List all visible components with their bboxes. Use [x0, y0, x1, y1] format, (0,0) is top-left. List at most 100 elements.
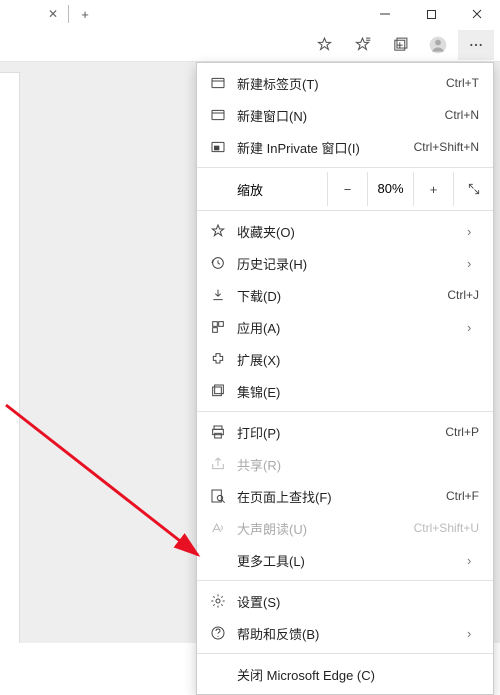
fullscreen-button[interactable] [453, 172, 493, 206]
more-icon [468, 37, 484, 53]
menu-label: 新建 InPrivate 窗口(I) [237, 138, 404, 157]
menu-shortcut: Ctrl+T [446, 76, 479, 90]
blank-icon [209, 551, 227, 569]
more-menu-button[interactable] [458, 30, 494, 60]
zoom-out-button[interactable]: − [327, 172, 367, 206]
new-tab-button[interactable]: + [71, 0, 99, 28]
menu-label: 扩展(X) [237, 350, 479, 369]
chevron-right-icon: › [467, 320, 479, 335]
inprivate-icon [209, 138, 227, 156]
menu-separator [197, 210, 493, 211]
downloads-icon [209, 286, 227, 304]
menu-separator [197, 580, 493, 581]
menu-label: 应用(A) [237, 318, 457, 337]
menu-label: 新建窗口(N) [237, 106, 435, 125]
share-icon [209, 455, 227, 473]
chevron-right-icon: › [467, 224, 479, 239]
minimize-icon [379, 8, 391, 20]
zoom-in-button[interactable]: + [413, 172, 453, 206]
menu-shortcut: Ctrl+N [445, 108, 479, 122]
menu-item-settings[interactable]: 设置(S) [197, 585, 493, 617]
address-star-button[interactable] [306, 30, 342, 60]
window-controls [362, 0, 500, 28]
menu-item-more-tools[interactable]: 更多工具(L) › [197, 544, 493, 576]
read-aloud-icon [209, 519, 227, 537]
menu-item-favorites[interactable]: 收藏夹(O) › [197, 215, 493, 247]
menu-separator [197, 167, 493, 168]
menu-item-history[interactable]: 历史记录(H) › [197, 247, 493, 279]
menu-shortcut: Ctrl+P [445, 425, 479, 439]
menu-label: 打印(P) [237, 423, 435, 442]
menu-item-downloads[interactable]: 下载(D) Ctrl+J [197, 279, 493, 311]
menu-label: 共享(R) [237, 455, 479, 474]
menu-label: 收藏夹(O) [237, 222, 457, 241]
profile-button[interactable] [420, 30, 456, 60]
maximize-button[interactable] [408, 0, 454, 28]
fullscreen-icon [467, 182, 481, 196]
menu-separator [197, 653, 493, 654]
close-window-button[interactable] [454, 0, 500, 28]
menu-item-help[interactable]: 帮助和反馈(B) › [197, 617, 493, 649]
menu-item-new-window[interactable]: 新建窗口(N) Ctrl+N [197, 99, 493, 131]
print-icon [209, 423, 227, 441]
menu-item-read-aloud: 大声朗读(U) Ctrl+Shift+U [197, 512, 493, 544]
zoom-value: 80% [367, 172, 413, 206]
favorites-icon [209, 222, 227, 240]
close-tab-icon[interactable]: ✕ [48, 7, 58, 21]
zoom-row: 缩放 − 80% + [197, 172, 493, 206]
menu-shortcut: Ctrl+Shift+N [414, 140, 479, 154]
page-edge [0, 72, 20, 643]
menu-label: 集锦(E) [237, 382, 479, 401]
blank-icon [209, 665, 227, 683]
chevron-right-icon: › [467, 626, 479, 641]
menu-label: 设置(S) [237, 592, 479, 611]
collections-icon [392, 36, 409, 53]
find-icon [209, 487, 227, 505]
menu-shortcut: Ctrl+F [446, 489, 479, 503]
tab-divider [68, 5, 69, 23]
chevron-right-icon: › [467, 256, 479, 271]
menu-item-new-tab[interactable]: 新建标签页(T) Ctrl+T [197, 67, 493, 99]
zoom-label: 缩放 [237, 180, 327, 199]
menu-label: 更多工具(L) [237, 551, 457, 570]
chevron-right-icon: › [467, 553, 479, 568]
menu-label: 关闭 Microsoft Edge (C) [237, 665, 479, 684]
menu-label: 下载(D) [237, 286, 437, 305]
history-icon [209, 254, 227, 272]
menu-item-find[interactable]: 在页面上查找(F) Ctrl+F [197, 480, 493, 512]
extensions-icon [209, 350, 227, 368]
maximize-icon [426, 9, 437, 20]
menu-label: 在页面上查找(F) [237, 487, 436, 506]
menu-item-print[interactable]: 打印(P) Ctrl+P [197, 416, 493, 448]
menu-label: 新建标签页(T) [237, 74, 436, 93]
menu-shortcut: Ctrl+J [447, 288, 479, 302]
settings-icon [209, 592, 227, 610]
apps-icon [209, 318, 227, 336]
menu-label: 历史记录(H) [237, 254, 457, 273]
collections-icon [209, 382, 227, 400]
new-tab-icon [209, 74, 227, 92]
menu-item-apps[interactable]: 应用(A) › [197, 311, 493, 343]
favorites-button[interactable] [344, 30, 380, 60]
menu-item-extensions[interactable]: 扩展(X) [197, 343, 493, 375]
help-icon [209, 624, 227, 642]
minimize-button[interactable] [362, 0, 408, 28]
tab[interactable]: ✕ [40, 0, 66, 28]
menu-shortcut: Ctrl+Shift+U [414, 521, 479, 535]
menu-label: 大声朗读(U) [237, 519, 404, 538]
menu-item-new-inprivate[interactable]: 新建 InPrivate 窗口(I) Ctrl+Shift+N [197, 131, 493, 163]
favorites-icon [354, 36, 371, 53]
menu-item-close-edge[interactable]: 关闭 Microsoft Edge (C) [197, 658, 493, 690]
profile-icon [428, 35, 448, 55]
collections-button[interactable] [382, 30, 418, 60]
toolbar [0, 28, 500, 62]
star-outline-icon [316, 36, 333, 53]
menu-item-collections[interactable]: 集锦(E) [197, 375, 493, 407]
menu-item-share: 共享(R) [197, 448, 493, 480]
menu-label: 帮助和反馈(B) [237, 624, 457, 643]
new-window-icon [209, 106, 227, 124]
plus-icon: + [81, 7, 89, 22]
close-icon [471, 8, 483, 20]
menu-separator [197, 411, 493, 412]
overflow-menu: 新建标签页(T) Ctrl+T 新建窗口(N) Ctrl+N 新建 InPriv… [196, 62, 494, 695]
